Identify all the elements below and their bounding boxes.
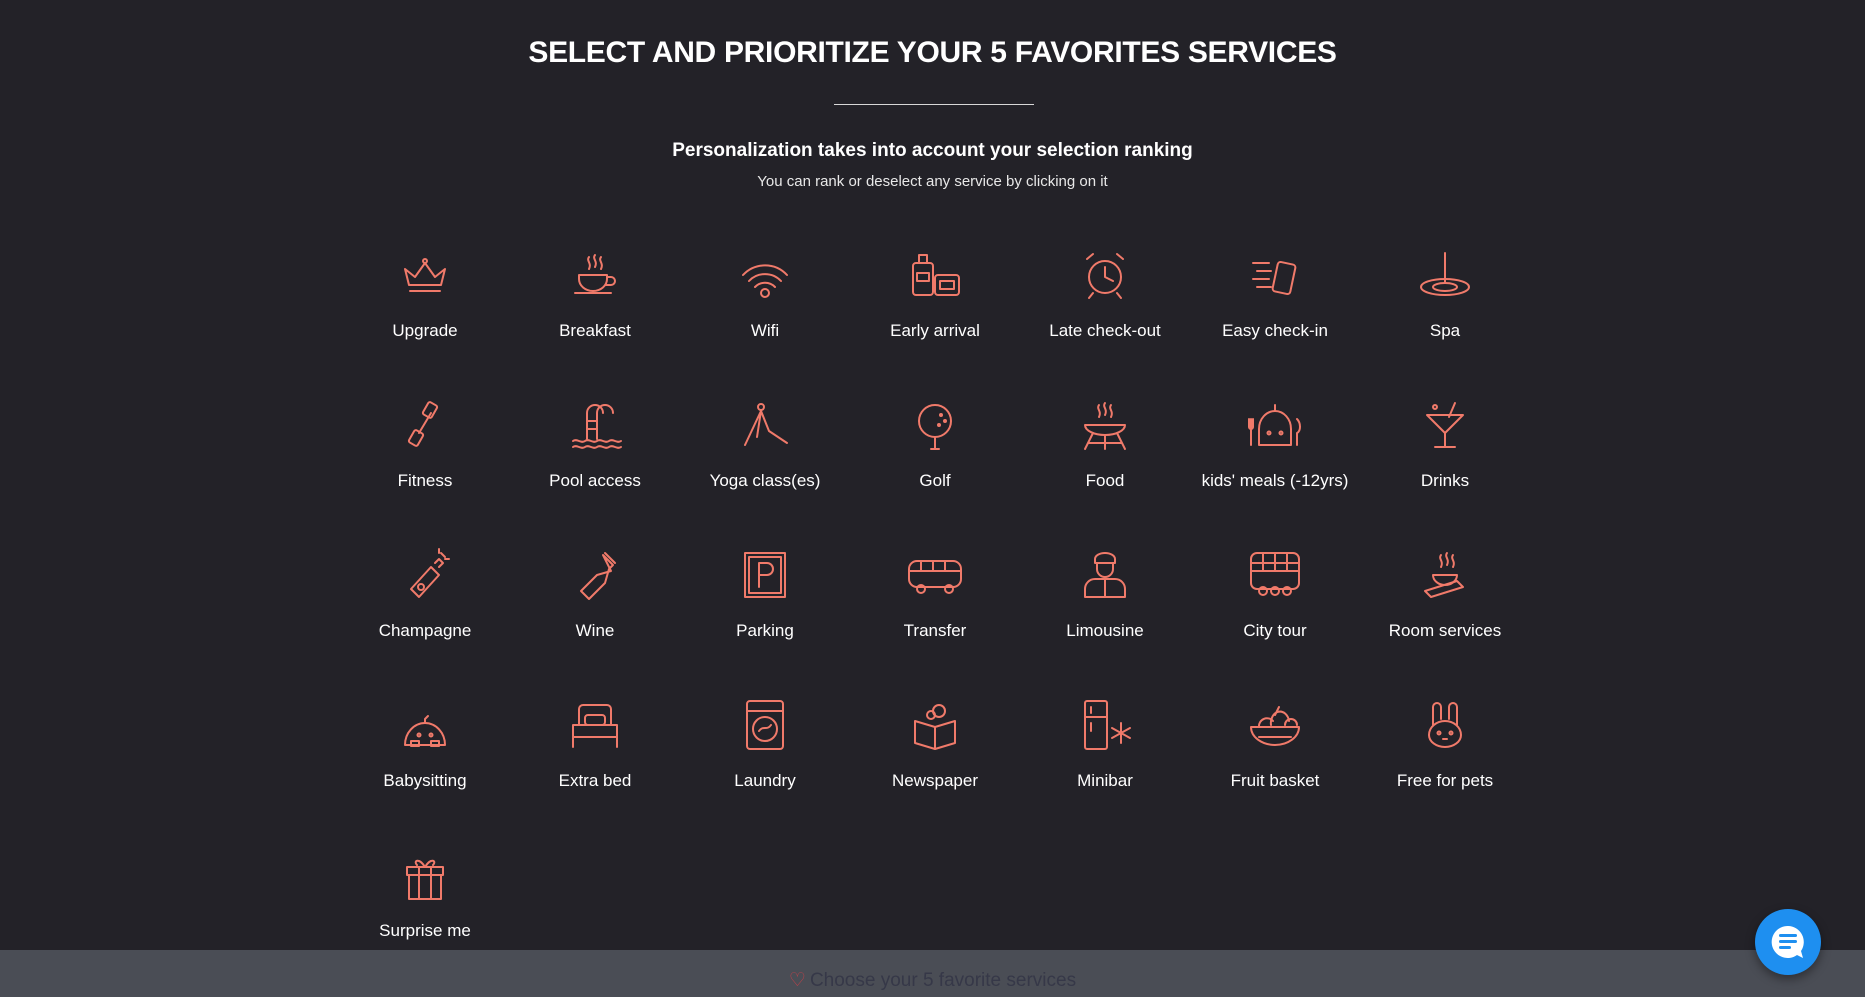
fridge-icon <box>1084 700 1131 750</box>
service-label: Babysitting <box>383 771 467 790</box>
champagne-icon <box>410 548 450 598</box>
service-label: Extra bed <box>558 771 632 790</box>
wine-bottle-icon <box>580 552 616 600</box>
service-wine[interactable]: Wine <box>510 545 680 695</box>
service-label: Transfer <box>903 621 967 640</box>
subtitle: Personalization takes into account your … <box>672 140 1193 161</box>
room-service-icon <box>1424 552 1464 598</box>
service-food[interactable]: Food <box>1020 395 1190 545</box>
service-spa[interactable]: Spa <box>1360 245 1530 395</box>
pool-ladder-icon <box>572 404 622 449</box>
bus-icon <box>908 560 962 594</box>
services-grid: Upgrade Breakfast Wifi Early arrival Late ch… <box>340 245 1530 995</box>
service-golf[interactable]: Golf <box>850 395 1020 545</box>
service-label: Limousine <box>1066 621 1144 640</box>
service-wifi[interactable]: Wifi <box>680 245 850 395</box>
service-label: Spa <box>1429 321 1461 340</box>
service-upgrade[interactable]: Upgrade <box>340 245 510 395</box>
service-laundry[interactable]: Laundry <box>680 695 850 845</box>
service-label: Fruit basket <box>1230 771 1320 790</box>
service-label: Pool access <box>549 471 641 490</box>
chat-icon <box>1771 925 1804 958</box>
service-yoga-class-es[interactable]: Yoga class(es) <box>680 395 850 545</box>
service-label: Surprise me <box>379 921 471 940</box>
double-decker-bus-icon <box>1250 552 1300 596</box>
service-label: Early arrival <box>890 321 980 340</box>
barbecue-icon <box>1084 402 1126 450</box>
service-label: Champagne <box>378 621 472 640</box>
service-room-services[interactable]: Room services <box>1360 545 1530 695</box>
crown-icon <box>404 258 446 292</box>
service-newspaper[interactable]: Newspaper <box>850 695 1020 845</box>
service-parking[interactable]: Parking <box>680 545 850 695</box>
luggage-icon <box>912 254 960 296</box>
newspaper-icon <box>914 704 956 750</box>
dumbbell-icon <box>407 401 439 447</box>
service-label: Parking <box>736 621 794 640</box>
service-babysitting[interactable]: Babysitting <box>340 695 510 845</box>
bed-icon <box>572 704 618 748</box>
service-label: City tour <box>1243 621 1307 640</box>
fast-luggage-icon <box>1252 261 1297 295</box>
service-label: Room services <box>1388 621 1502 640</box>
service-label: Free for pets <box>1396 771 1494 790</box>
page-title: SELECT AND PRIORITIZE YOUR 5 FAVORITES S… <box>528 36 1337 69</box>
coffee-cup-icon <box>574 254 616 294</box>
service-label: Wifi <box>750 321 780 340</box>
service-kids-meals-12yrs[interactable]: kids' meals (-12yrs) <box>1190 395 1360 545</box>
service-label: Newspaper <box>892 771 978 790</box>
water-drop-icon <box>1420 252 1470 296</box>
hint-text: You can rank or deselect any service by … <box>757 173 1108 190</box>
service-early-arrival[interactable]: Early arrival <box>850 245 1020 395</box>
selection-bar: ♡ Choose your 5 favorite services <box>0 950 1865 997</box>
service-label: Food <box>1085 471 1125 490</box>
service-label: Drinks <box>1420 471 1470 490</box>
baby-icon <box>404 715 446 747</box>
gift-icon <box>406 859 444 900</box>
service-label: Wine <box>575 621 615 640</box>
service-label: Easy check-in <box>1222 321 1328 340</box>
heart-icon: ♡ <box>788 970 806 991</box>
fruit-basket-icon <box>1250 706 1300 746</box>
service-label: Late check-out <box>1049 321 1161 340</box>
kids-meal-icon <box>1248 404 1301 446</box>
service-label: Golf <box>919 471 951 490</box>
service-label: Upgrade <box>392 321 458 340</box>
service-label: Yoga class(es) <box>709 471 821 490</box>
service-fitness[interactable]: Fitness <box>340 395 510 545</box>
pet-icon <box>1428 702 1462 748</box>
service-label: Fitness <box>397 471 453 490</box>
service-limousine[interactable]: Limousine <box>1020 545 1190 695</box>
chauffeur-icon <box>1084 552 1126 598</box>
golf-ball-icon <box>918 404 952 450</box>
service-late-check-out[interactable]: Late check-out <box>1020 245 1190 395</box>
service-label: Laundry <box>734 771 796 790</box>
selection-status: Choose your 5 favorite services <box>809 970 1077 991</box>
yoga-icon <box>744 403 788 446</box>
alarm-clock-icon <box>1086 253 1124 299</box>
wifi-icon <box>742 264 788 298</box>
cocktail-icon <box>1426 402 1464 448</box>
chat-button[interactable] <box>1755 909 1821 975</box>
divider <box>834 104 1034 105</box>
service-extra-bed[interactable]: Extra bed <box>510 695 680 845</box>
washing-machine-icon <box>746 700 784 750</box>
service-label: Breakfast <box>559 321 631 340</box>
service-pool-access[interactable]: Pool access <box>510 395 680 545</box>
service-fruit-basket[interactable]: Fruit basket <box>1190 695 1360 845</box>
service-transfer[interactable]: Transfer <box>850 545 1020 695</box>
service-free-for-pets[interactable]: Free for pets <box>1360 695 1530 845</box>
service-minibar[interactable]: Minibar <box>1020 695 1190 845</box>
service-easy-check-in[interactable]: Easy check-in <box>1190 245 1360 395</box>
service-label: Minibar <box>1077 771 1133 790</box>
service-label: kids' meals (-12yrs) <box>1201 471 1349 490</box>
service-breakfast[interactable]: Breakfast <box>510 245 680 395</box>
parking-icon <box>744 552 786 598</box>
service-city-tour[interactable]: City tour <box>1190 545 1360 695</box>
service-drinks[interactable]: Drinks <box>1360 395 1530 545</box>
service-champagne[interactable]: Champagne <box>340 545 510 695</box>
